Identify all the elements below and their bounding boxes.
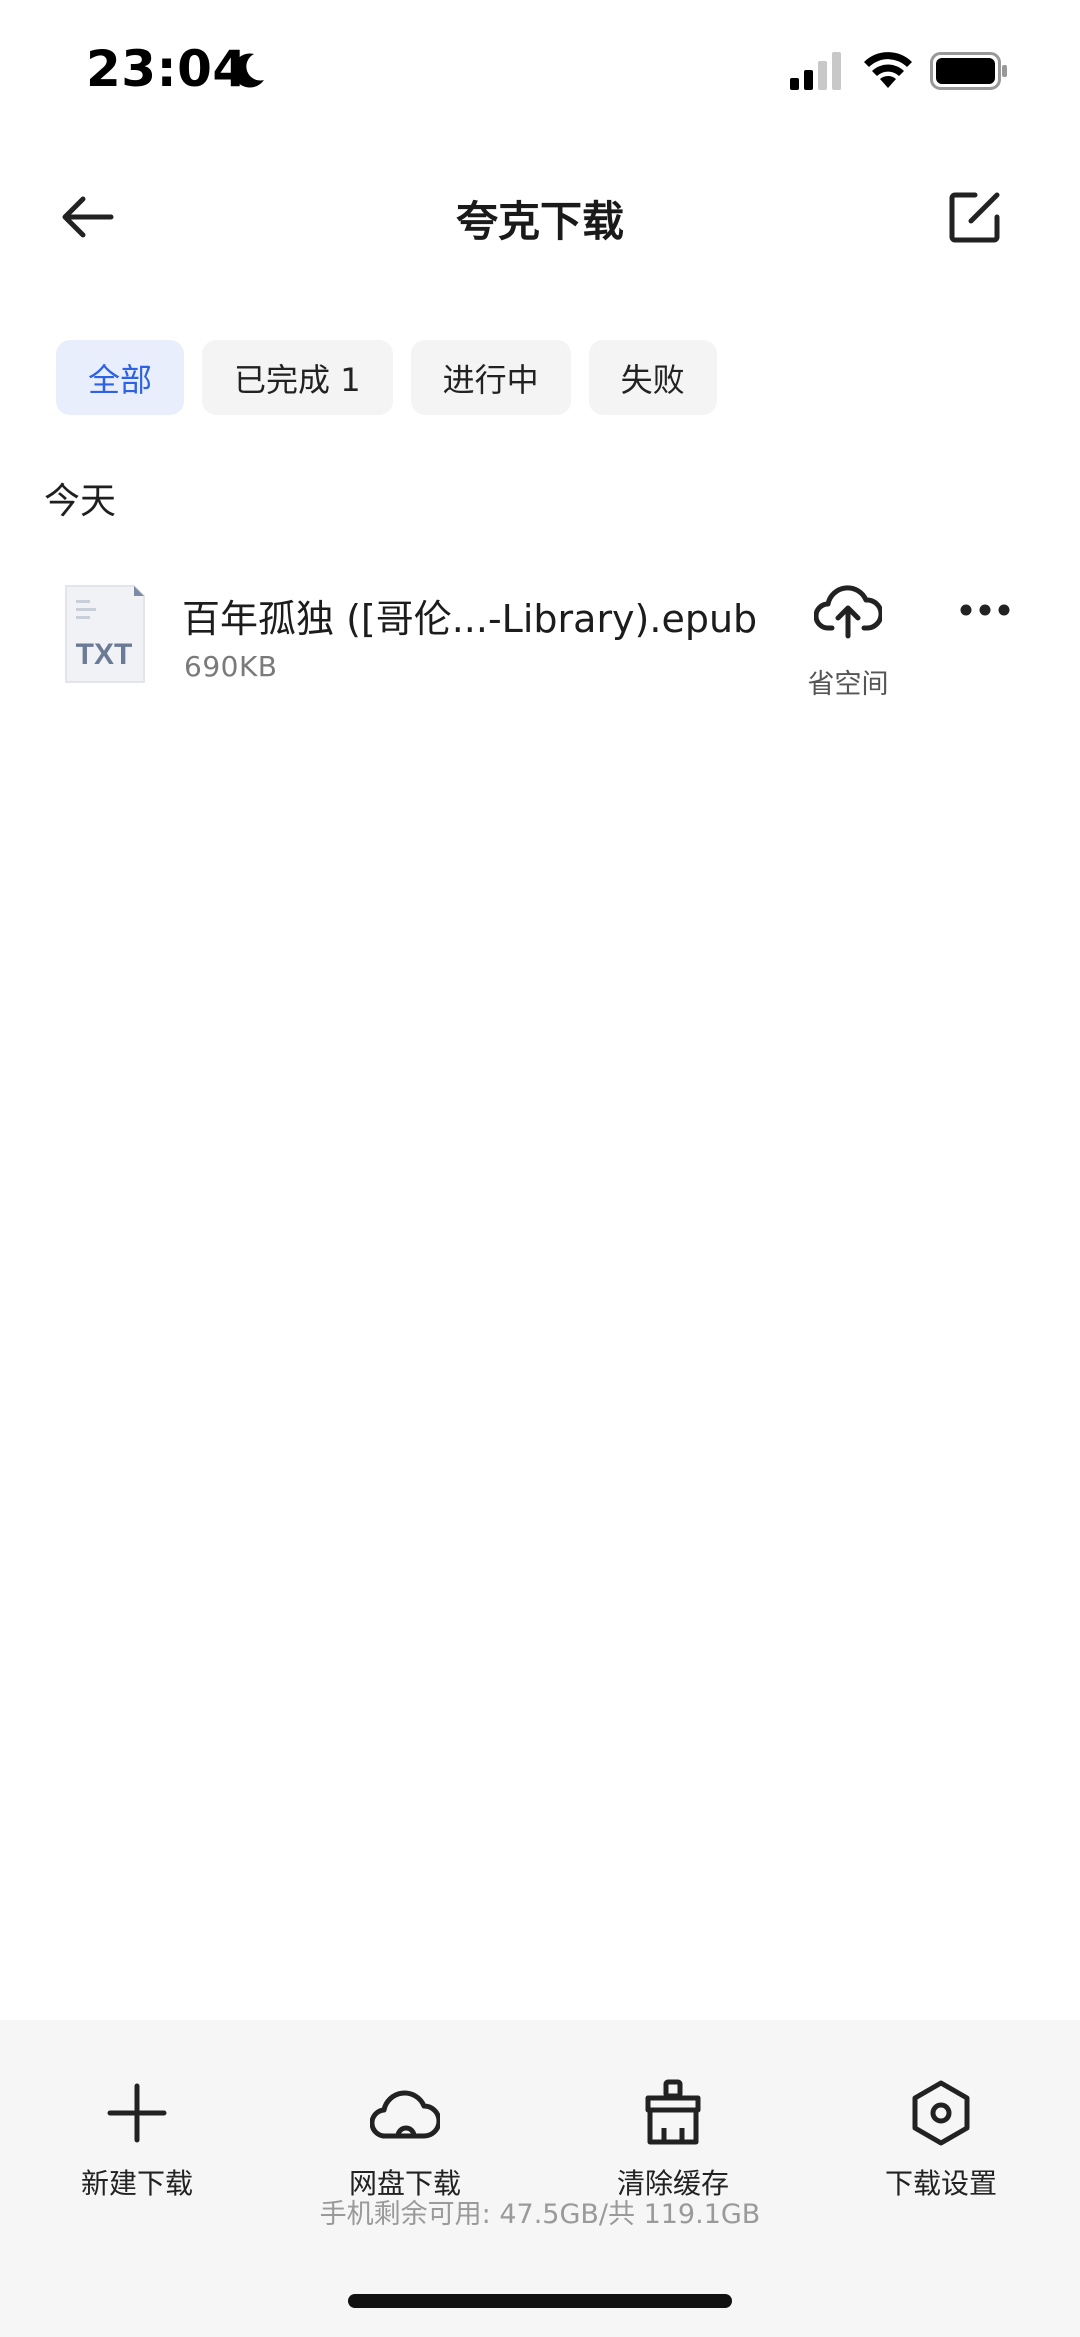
filter-completed[interactable]: 已完成 1 bbox=[202, 340, 393, 415]
bottom-action-panel: 新建下载 网盘下载 清除缓存 下载设置 手机剩余可用: 47.5GB/共 119… bbox=[0, 2020, 1080, 2337]
broom-icon bbox=[645, 2079, 701, 2145]
plus-icon bbox=[107, 2083, 167, 2143]
clear-cache-button[interactable]: 清除缓存 bbox=[583, 2058, 763, 2200]
cloud-upload-icon bbox=[814, 585, 882, 639]
section-label-today: 今天 bbox=[44, 481, 117, 522]
storage-info: 手机剩余可用: 47.5GB/共 119.1GB bbox=[319, 2199, 761, 2230]
nav-bar: 夸克下载 bbox=[0, 160, 1080, 270]
settings-hex-icon bbox=[912, 2080, 970, 2146]
edit-button[interactable] bbox=[940, 182, 1010, 252]
battery-icon bbox=[930, 52, 1007, 90]
cloud-icon bbox=[370, 2090, 440, 2139]
file-size: 690KB bbox=[184, 650, 278, 683]
save-space-button[interactable]: 省空间 bbox=[800, 578, 896, 700]
wifi-icon bbox=[864, 52, 912, 88]
more-options-icon[interactable] bbox=[950, 580, 1020, 620]
filter-failed[interactable]: 失败 bbox=[588, 340, 717, 415]
cloud-drive-download-button[interactable]: 网盘下载 bbox=[315, 2058, 495, 2200]
filter-in-progress[interactable]: 进行中 bbox=[410, 340, 571, 415]
download-item[interactable]: TXT 百年孤独 ([哥伦...-Library).epub 690KB 省空间 bbox=[0, 570, 1080, 700]
download-settings-button[interactable]: 下载设置 bbox=[851, 2058, 1031, 2200]
cellular-signal-icon bbox=[790, 52, 841, 90]
filter-all[interactable]: 全部 bbox=[56, 340, 185, 415]
txt-file-icon: TXT bbox=[62, 584, 146, 684]
page-title: 夸克下载 bbox=[455, 197, 624, 246]
save-space-label: 省空间 bbox=[807, 669, 889, 700]
status-time: 23:04 bbox=[86, 40, 248, 98]
filter-tabs: 全部 已完成 1 进行中 失败 bbox=[56, 340, 717, 415]
edit-icon bbox=[949, 192, 1000, 243]
new-download-button[interactable]: 新建下载 bbox=[47, 2058, 227, 2200]
file-type-label: TXT bbox=[76, 638, 133, 671]
file-name: 百年孤独 ([哥伦...-Library).epub bbox=[182, 597, 758, 641]
status-bar: 23:04 bbox=[0, 0, 1080, 140]
moon-icon bbox=[232, 53, 264, 88]
home-indicator[interactable] bbox=[348, 2294, 732, 2308]
